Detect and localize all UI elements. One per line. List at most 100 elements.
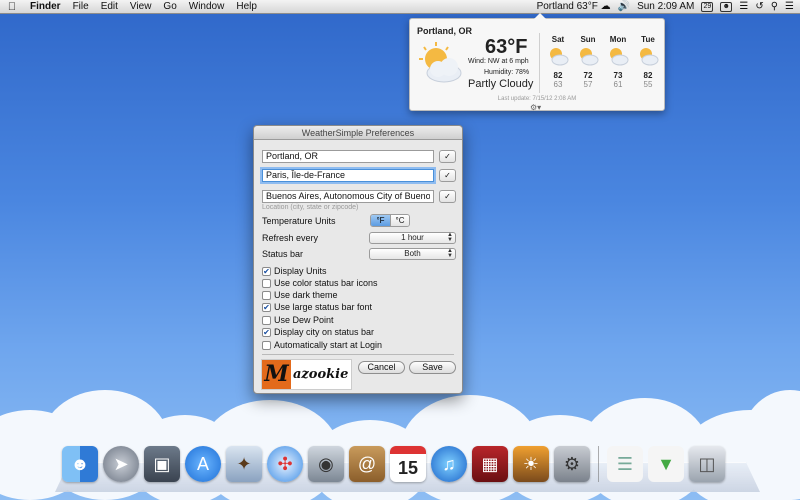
itunes-icon[interactable]: ♫ <box>431 446 467 482</box>
trash-icon[interactable]: ◫ <box>689 446 725 482</box>
weather-city: Portland, OR <box>417 26 473 36</box>
status-bar-value: Both <box>404 249 421 258</box>
forecast-high: 82 <box>643 71 653 80</box>
location-row: ✓ <box>262 168 456 182</box>
stepper-arrows-icon: ▲ ▼ <box>447 232 453 243</box>
option-label: Display city on status bar <box>274 327 375 337</box>
status-bar-label: Status bar <box>262 249 304 259</box>
dock: ☻ ➤ ▣ A ✦ ✣ ◉ @ 15 ♫ ▦ ☀ ⚙ ☰ ▼ ◫ <box>62 446 725 482</box>
option-label: Use Dew Point <box>274 315 334 325</box>
launchpad-icon[interactable]: ➤ <box>103 446 139 482</box>
option-large-font[interactable]: ✔ Use large status bar font <box>262 302 372 312</box>
menu-go[interactable]: Go <box>157 0 182 14</box>
system-preferences-icon[interactable]: ⚙ <box>554 446 590 482</box>
refresh-label: Refresh every <box>262 233 319 243</box>
checkbox-checked[interactable]: ✔ <box>262 327 271 337</box>
menu-file[interactable]: File <box>67 0 95 14</box>
partly-cloudy-icon <box>550 48 569 66</box>
forecast-day: Tue 82 55 <box>633 35 663 89</box>
option-label: Display Units <box>274 266 327 276</box>
forecast-low: 63 <box>553 80 563 89</box>
facetime-icon[interactable]: ◉ <box>308 446 344 482</box>
save-button[interactable]: Save <box>409 361 456 374</box>
current-temperature: 63°F <box>485 36 528 58</box>
checkbox-unchecked[interactable] <box>262 340 271 350</box>
location-row: ✓ <box>262 189 456 203</box>
forecast-day-name: Tue <box>641 35 655 44</box>
spotlight-search-icon[interactable]: ⚲ <box>771 0 778 14</box>
option-display-city[interactable]: ✔ Display city on status bar <box>262 327 374 337</box>
menu-window[interactable]: Window <box>183 0 231 14</box>
location-field-2[interactable] <box>262 168 434 182</box>
calendar-icon[interactable]: 15 <box>390 446 426 482</box>
location-row: ✓ <box>262 149 456 163</box>
location-field-3[interactable] <box>262 189 434 203</box>
cloud-icon: ☁ <box>600 0 611 12</box>
partly-cloudy-icon <box>610 48 629 66</box>
forecast-day-name: Sun <box>580 35 596 44</box>
checkbox-checked[interactable]: ✔ <box>262 266 271 276</box>
mail-icon[interactable]: ✦ <box>226 446 262 482</box>
gear-icon[interactable]: ⚙▾ <box>530 103 541 112</box>
clock[interactable]: Sun 2:09 AM <box>637 0 694 14</box>
forecast-day: Mon 73 61 <box>603 35 633 89</box>
forecast-day-name: Mon <box>609 35 627 44</box>
option-label: Automatically start at Login <box>274 340 383 350</box>
location-check-button[interactable]: ✓ <box>439 149 456 163</box>
status-bar-select[interactable]: Both ▲ ▼ <box>369 248 456 260</box>
finder-icon[interactable]: ☻ <box>62 446 98 482</box>
downloads-stack-icon[interactable]: ▼ <box>648 446 684 482</box>
weather-condition: Partly Cloudy <box>468 78 534 90</box>
checkbox-unchecked[interactable] <box>262 315 271 325</box>
iphoto-icon[interactable]: ☀ <box>513 446 549 482</box>
forecast-high: 82 <box>553 71 563 80</box>
weather-divider <box>539 33 540 93</box>
unit-celsius-button[interactable]: °C <box>390 215 409 226</box>
calendar-badge-icon[interactable]: 29 <box>701 1 714 12</box>
weather-status-item[interactable]: Portland 63°F ☁ <box>537 0 611 14</box>
forecast-low: 55 <box>643 80 653 89</box>
wifi-icon[interactable]: ☰ <box>739 0 748 14</box>
location-check-button[interactable]: ✓ <box>439 189 456 203</box>
menu-extras: Portland 63°F ☁ 🔊 Sun 2:09 AM 29 ☻ ☰ ↺ ⚲… <box>537 0 800 14</box>
photo-booth-icon[interactable]: ▦ <box>472 446 508 482</box>
address-book-icon[interactable]: @ <box>349 446 385 482</box>
refresh-select[interactable]: 1 hour ▲ ▼ <box>369 232 456 244</box>
unit-fahrenheit-button[interactable]: °F <box>371 215 390 226</box>
location-check-button[interactable]: ✓ <box>439 168 456 182</box>
refresh-value: 1 hour <box>401 233 424 242</box>
option-start-login[interactable]: Automatically start at Login <box>262 340 382 350</box>
time-machine-icon[interactable]: ↺ <box>755 0 763 14</box>
logo-mark: M <box>262 360 291 389</box>
apple-menu-icon[interactable]:  <box>0 0 24 14</box>
divider <box>262 354 454 355</box>
safari-icon[interactable]: ✣ <box>267 446 303 482</box>
notification-list-icon[interactable]: ☰ <box>785 0 794 14</box>
window-title: WeatherSimple Preferences <box>254 126 462 140</box>
location-field-1[interactable] <box>262 149 434 163</box>
option-display-units[interactable]: ✔ Display Units <box>262 266 327 276</box>
menu-app-name[interactable]: Finder <box>24 0 67 14</box>
forecast-day: Sun 72 57 <box>573 35 603 89</box>
mazookie-logo[interactable]: M azookie <box>261 359 352 390</box>
menu-help[interactable]: Help <box>230 0 263 14</box>
partly-cloudy-icon <box>419 42 462 83</box>
checkbox-unchecked[interactable] <box>262 290 271 300</box>
option-dark-theme[interactable]: Use dark theme <box>262 290 338 300</box>
app-store-icon[interactable]: A <box>185 446 221 482</box>
user-icon[interactable]: ☻ <box>720 1 733 12</box>
cancel-button[interactable]: Cancel <box>358 361 405 374</box>
option-color-icons[interactable]: Use color status bar icons <box>262 278 378 288</box>
forecast-low: 61 <box>613 80 623 89</box>
menu-view[interactable]: View <box>124 0 158 14</box>
mission-control-icon[interactable]: ▣ <box>144 446 180 482</box>
forecast-low: 57 <box>583 80 593 89</box>
menu-edit[interactable]: Edit <box>95 0 124 14</box>
documents-stack-icon[interactable]: ☰ <box>607 446 643 482</box>
stepper-arrows-icon: ▲ ▼ <box>447 248 453 259</box>
checkbox-unchecked[interactable] <box>262 278 271 288</box>
volume-icon[interactable]: 🔊 <box>618 0 630 14</box>
checkbox-checked[interactable]: ✔ <box>262 302 271 312</box>
option-dew-point[interactable]: Use Dew Point <box>262 315 334 325</box>
option-label: Use large status bar font <box>274 302 373 312</box>
